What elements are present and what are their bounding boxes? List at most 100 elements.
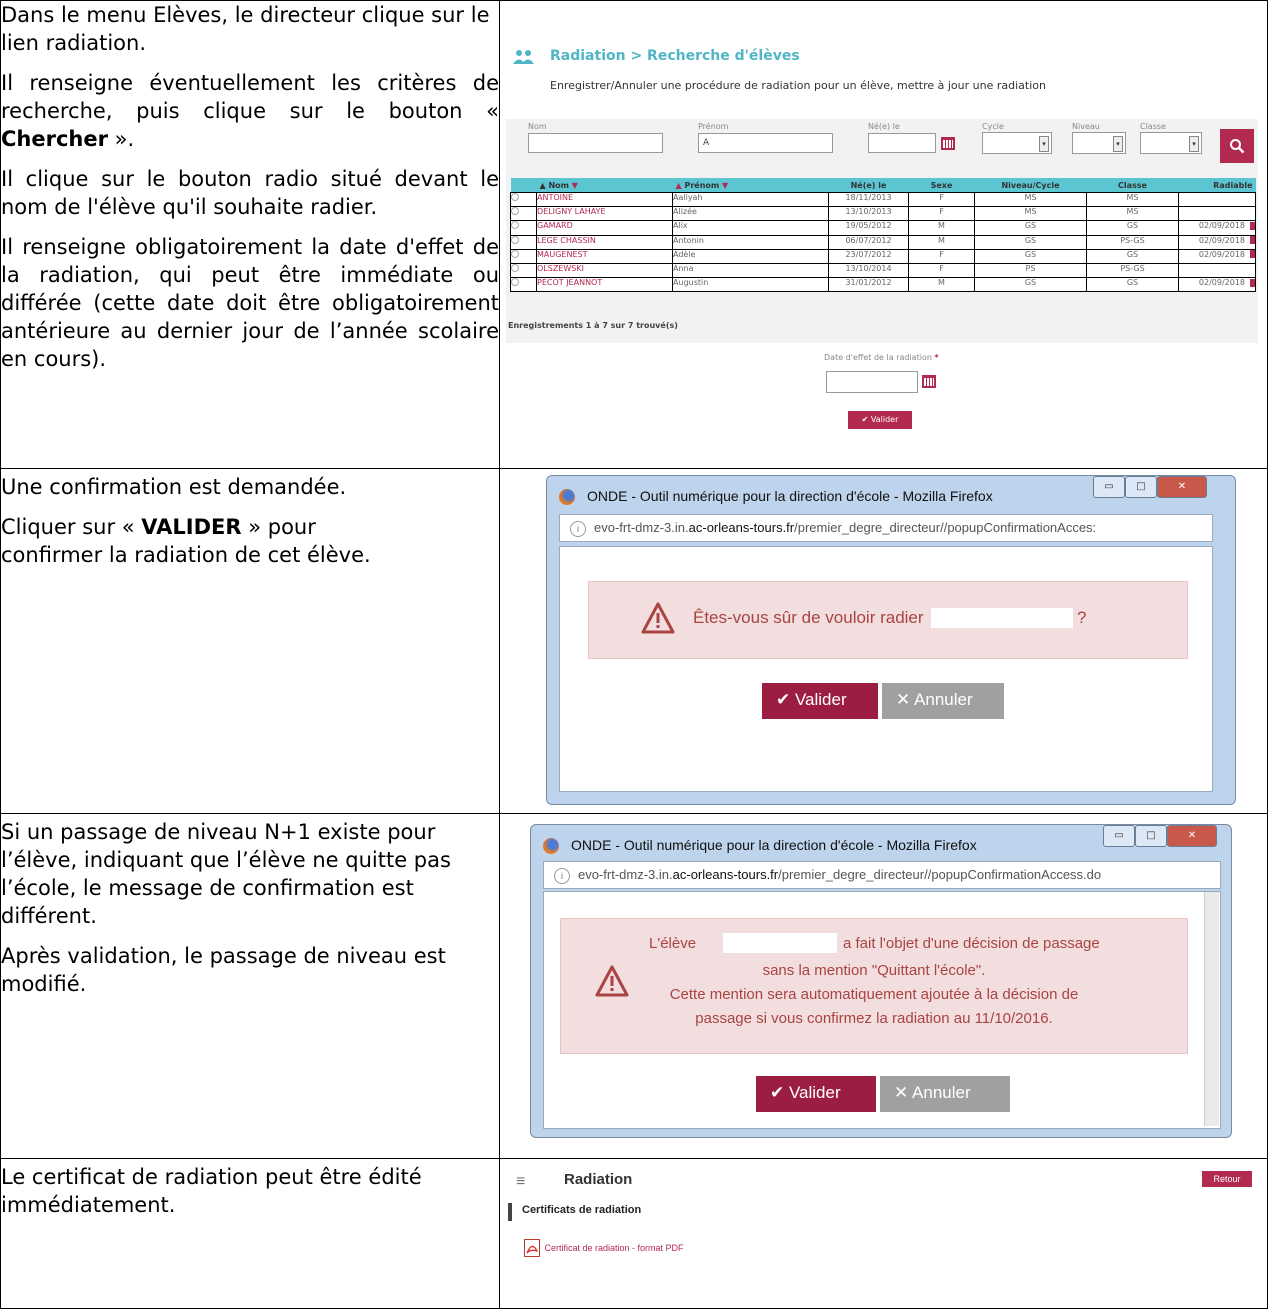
table-row[interactable]: OLSZEWSKI Anna 13/10/2014 F PS PS-GS xyxy=(510,262,1256,279)
niveau-cell: MS xyxy=(974,191,1087,208)
minimize-button[interactable]: ▭ xyxy=(1103,825,1135,847)
maximize-button[interactable]: □ xyxy=(1125,476,1157,498)
classe-cell: MS xyxy=(1086,191,1179,208)
table-row[interactable]: MAUGENEST Adèle 23/07/2012 F GS GS 02/09/2018 xyxy=(510,248,1256,264)
classe-cell: GS xyxy=(1086,277,1179,293)
firefox-window: ONDE - Outil numérique pour la direction… xyxy=(530,824,1232,1138)
paragraph: Il renseigne éventuellement les critères… xyxy=(1,71,499,151)
sexe-cell: F xyxy=(908,206,975,222)
radio-button[interactable] xyxy=(511,207,519,216)
radio-button[interactable] xyxy=(511,193,519,201)
date-effet-label: Date d'effet de la radiation * xyxy=(824,353,939,362)
calendar-icon[interactable] xyxy=(941,137,955,150)
close-button[interactable]: ✕ xyxy=(1167,825,1217,847)
row1-text: Dans le menu Elèves, le directeur clique… xyxy=(0,0,500,469)
scrollbar[interactable] xyxy=(1204,892,1219,1126)
page-title: Radiation xyxy=(564,1171,633,1188)
radio-button[interactable] xyxy=(511,235,519,244)
trash-icon[interactable] xyxy=(1250,221,1255,230)
trash-icon[interactable] xyxy=(1250,278,1255,287)
prenom-label: Prénom xyxy=(698,122,729,131)
prenom-cell: Adèle xyxy=(672,248,829,264)
url-bar[interactable]: i evo-frt-dmz-3.in.ac-orleans-tours.fr/pr… xyxy=(543,861,1221,889)
birthdate-cell: 13/10/2014 xyxy=(828,262,909,279)
retour-button[interactable]: Retour xyxy=(1202,1171,1252,1187)
prenom-input[interactable]: A xyxy=(698,133,833,153)
nom-cell[interactable]: ANTOINE xyxy=(536,191,673,208)
radio-cell[interactable] xyxy=(510,277,537,293)
nom-cell[interactable]: PÉCOT JEANNOT xyxy=(536,277,673,293)
niveau-cell: MS xyxy=(974,206,1087,222)
close-button[interactable]: ✕ xyxy=(1157,476,1207,498)
radio-cell[interactable] xyxy=(510,248,537,264)
cycle-select[interactable]: ▾ xyxy=(982,132,1052,154)
niveau-cell: PS xyxy=(974,262,1087,279)
radio-button[interactable] xyxy=(511,278,519,287)
paragraph: Une confirmation est demandée. xyxy=(1,475,347,499)
niveau-label: Niveau xyxy=(1072,122,1100,131)
confirm-alert: Êtes-vous sûr de vouloir radier ? xyxy=(588,581,1188,659)
pdf-icon xyxy=(524,1239,540,1257)
chevron-down-icon: ▾ xyxy=(1039,136,1049,152)
users-icon xyxy=(513,50,534,64)
column-header-nom[interactable]: ▲ Nom ▼ xyxy=(536,178,673,193)
birthdate-input[interactable] xyxy=(868,133,936,153)
nom-cell[interactable]: MAUGENEST xyxy=(536,248,673,264)
calendar-icon[interactable] xyxy=(922,375,936,388)
radio-cell[interactable] xyxy=(510,234,537,250)
radio-button[interactable] xyxy=(511,263,519,272)
nom-cell[interactable]: OLSZEWSKI xyxy=(536,262,673,279)
window-title: ONDE - Outil numérique pour la direction… xyxy=(571,837,977,853)
nom-cell[interactable]: DELIGNY LAHAYE xyxy=(536,206,673,222)
nom-input[interactable] xyxy=(528,133,663,153)
nom-cell[interactable]: GAMARD xyxy=(536,220,673,236)
classe-select[interactable]: ▾ xyxy=(1140,132,1202,154)
menu-icon[interactable]: ≡ xyxy=(516,1173,525,1191)
valider-button[interactable]: ✔ Valider xyxy=(848,411,912,429)
annuler-button[interactable]: ✕ Annuler xyxy=(882,683,1004,719)
table-row[interactable]: PÉCOT JEANNOT Augustin 31/01/2012 M GS GS 02/0… xyxy=(510,277,1256,293)
minimize-button[interactable]: ▭ xyxy=(1093,476,1125,498)
warning-icon xyxy=(641,602,675,634)
confirm-alert: L'élève a fait l'objet d'une décision de… xyxy=(560,918,1188,1054)
valider-button[interactable]: ✔ Valider xyxy=(756,1076,876,1112)
nom-label: Nom xyxy=(528,122,547,131)
niveau-select[interactable]: ▾ xyxy=(1072,132,1126,154)
annuler-button[interactable]: ✕ Annuler xyxy=(880,1076,1010,1112)
table-row[interactable]: GAMARD Alix 19/05/2012 M GS GS 02/09/2018 xyxy=(510,220,1256,236)
paragraph: confirmer la radiation de cet élève. xyxy=(1,543,371,567)
row2-text: Une confirmation est demandée. Cliquer s… xyxy=(0,468,500,814)
column-header-prenom[interactable]: ▲ Prénom ▼ xyxy=(672,178,829,193)
paragraph: Il clique sur le bouton radio situé deva… xyxy=(1,167,499,219)
search-button[interactable] xyxy=(1220,129,1254,163)
classe-cell: PS-GS xyxy=(1086,262,1179,279)
url-bar[interactable]: i evo-frt-dmz-3.in.ac-orleans-tours.fr/pr… xyxy=(559,514,1213,542)
pdf-link[interactable]: Certificat de radiation - format PDF xyxy=(524,1239,684,1257)
radio-cell[interactable] xyxy=(510,220,537,236)
radio-button[interactable] xyxy=(511,249,519,258)
table-row[interactable]: LEGÉ CHASSIN Antonin 06/07/2012 M GS PS-GS 02/… xyxy=(510,234,1256,250)
firefox-icon xyxy=(559,489,575,505)
table-row[interactable]: ANTOINE Aaliyah 18/11/2013 F MS MS xyxy=(510,191,1256,208)
table-header: ▲ Nom ▼ ▲ Prénom ▼ Né(e) le Sexe Niveau/… xyxy=(510,178,1256,193)
prenom-cell: Aaliyah xyxy=(672,191,829,208)
record-count: Enregistrements 1 à 7 sur 7 trouvé(s) xyxy=(508,321,678,330)
radiable-cell: 02/09/2018 xyxy=(1178,234,1256,250)
popup-body: L'élève a fait l'objet d'une décision de… xyxy=(543,891,1221,1129)
firefox-icon xyxy=(543,838,559,854)
radio-cell[interactable] xyxy=(510,206,537,222)
confirm-message: Êtes-vous sûr de vouloir radier xyxy=(693,608,924,627)
birthdate-cell: 19/05/2012 xyxy=(828,220,909,236)
trash-icon[interactable] xyxy=(1250,250,1255,259)
radio-cell[interactable] xyxy=(510,262,537,279)
trash-icon[interactable] xyxy=(1250,236,1255,245)
column-header-niveau: Niveau/Cycle xyxy=(974,178,1087,193)
nom-cell[interactable]: LEGÉ CHASSIN xyxy=(536,234,673,250)
valider-button[interactable]: ✔ Valider xyxy=(762,683,878,719)
table-row[interactable]: DELIGNY LAHAYE Alizée 13/10/2013 F MS MS xyxy=(510,206,1256,222)
radio-button[interactable] xyxy=(511,221,519,230)
row3-screenshot: ONDE - Outil numérique pour la direction… xyxy=(499,813,1268,1159)
date-effet-input[interactable] xyxy=(826,371,918,393)
maximize-button[interactable]: □ xyxy=(1135,825,1167,847)
radio-cell[interactable] xyxy=(510,191,537,208)
